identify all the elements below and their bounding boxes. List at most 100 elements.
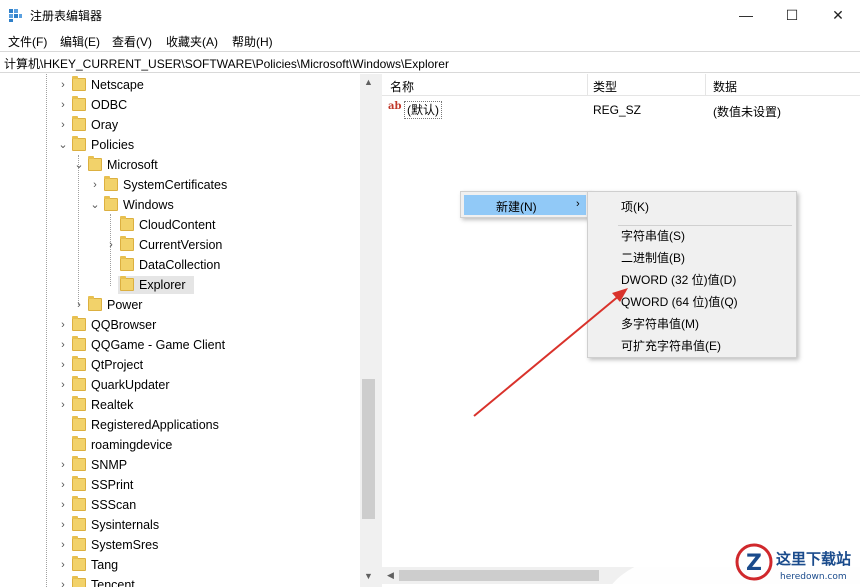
expand-chevron-icon[interactable]: › bbox=[58, 75, 68, 95]
tree-item[interactable]: › SystemCertificates bbox=[90, 175, 360, 195]
expand-chevron-icon[interactable]: › bbox=[58, 335, 68, 355]
tree-item-label: SystemSres bbox=[91, 538, 159, 552]
column-separator[interactable] bbox=[587, 74, 588, 96]
tree-item[interactable]: › Oray bbox=[58, 115, 360, 135]
string-value-icon: ab bbox=[388, 101, 402, 112]
tree-item-label: QtProject bbox=[91, 358, 144, 372]
tree-item[interactable]: › ODBC bbox=[58, 95, 360, 115]
expand-chevron-icon[interactable]: › bbox=[58, 455, 68, 475]
menu-bar: 文件(F) 编辑(E) 查看(V) 收藏夹(A) 帮助(H) bbox=[0, 30, 860, 51]
tree-item-label: Tencent bbox=[91, 578, 135, 587]
tree-item[interactable]: › QQGame - Game Client bbox=[58, 335, 360, 355]
menu-favorites[interactable]: 收藏夹(A) bbox=[166, 33, 218, 50]
expand-chevron-icon[interactable]: › bbox=[58, 535, 68, 555]
tree-item-label: Microsoft bbox=[107, 158, 158, 172]
collapse-chevron-icon[interactable]: ⌄ bbox=[74, 155, 84, 175]
submenu-item-binary-value[interactable]: 二进制值(B) bbox=[621, 249, 685, 266]
column-header-data[interactable]: 数据 bbox=[713, 78, 737, 95]
menu-view[interactable]: 查看(V) bbox=[112, 33, 152, 50]
collapse-chevron-icon[interactable]: ⌄ bbox=[58, 135, 68, 155]
submenu-item-expandable-string-value[interactable]: 可扩充字符串值(E) bbox=[621, 337, 721, 354]
expand-chevron-icon[interactable]: › bbox=[58, 355, 68, 375]
expand-chevron-icon[interactable]: › bbox=[58, 315, 68, 335]
tree-vertical-scrollbar[interactable]: ▲ ▼ bbox=[360, 74, 377, 587]
tree-item[interactable]: › QuarkUpdater bbox=[58, 375, 360, 395]
tree-item-label: Tang bbox=[91, 558, 119, 572]
tree-item[interactable]: DataCollection bbox=[106, 255, 360, 275]
tree-item[interactable]: ⌄ Windows bbox=[90, 195, 360, 215]
tree-item[interactable]: › QtProject bbox=[58, 355, 360, 375]
submenu-item-key[interactable]: 项(K) bbox=[621, 198, 649, 215]
tree-item[interactable]: › QQBrowser bbox=[58, 315, 360, 335]
tree-item-label: SSPrint bbox=[91, 478, 134, 492]
folder-icon bbox=[120, 256, 134, 271]
tree-item[interactable]: CloudContent bbox=[106, 215, 360, 235]
expand-chevron-icon[interactable]: › bbox=[58, 515, 68, 535]
menu-file[interactable]: 文件(F) bbox=[8, 33, 47, 50]
collapse-chevron-icon[interactable]: ⌄ bbox=[90, 195, 100, 215]
expand-chevron-icon[interactable]: › bbox=[58, 575, 68, 587]
menu-edit[interactable]: 编辑(E) bbox=[60, 33, 100, 50]
list-row[interactable]: ab (默认) REG_SZ (数值未设置) bbox=[382, 100, 860, 120]
minimize-button[interactable]: — bbox=[723, 0, 769, 30]
column-header-type[interactable]: 类型 bbox=[593, 78, 617, 95]
tree-item[interactable]: › SSScan bbox=[58, 495, 360, 515]
scroll-up-arrow-icon[interactable]: ▲ bbox=[360, 74, 377, 91]
submenu-arrow-icon: › bbox=[576, 198, 580, 210]
folder-icon bbox=[120, 236, 134, 251]
tree-item[interactable]: ⌄ Microsoft bbox=[74, 155, 360, 175]
tree-item-label: Power bbox=[107, 298, 143, 312]
tree-item[interactable]: › Tencent bbox=[58, 575, 360, 587]
menu-item-new-label: 新建(N) bbox=[496, 200, 537, 214]
expand-chevron-icon[interactable]: › bbox=[58, 395, 68, 415]
expand-chevron-icon[interactable]: › bbox=[58, 375, 68, 395]
tree-item-label: Explorer bbox=[139, 278, 186, 292]
expand-chevron-icon[interactable]: › bbox=[106, 235, 116, 255]
menu-item-new[interactable]: 新建(N) › bbox=[464, 195, 586, 215]
maximize-button[interactable]: ☐ bbox=[769, 0, 815, 30]
menu-help[interactable]: 帮助(H) bbox=[232, 33, 273, 50]
tree-item[interactable]: › Tang bbox=[58, 555, 360, 575]
close-button[interactable]: ✕ bbox=[815, 0, 860, 30]
folder-icon bbox=[72, 76, 86, 91]
expand-chevron-icon[interactable]: › bbox=[58, 115, 68, 135]
expand-chevron-icon[interactable]: › bbox=[58, 95, 68, 115]
expand-chevron-icon[interactable]: › bbox=[58, 495, 68, 515]
folder-icon bbox=[72, 356, 86, 371]
expand-chevron-icon[interactable]: › bbox=[90, 175, 100, 195]
list-scroll-thumb[interactable] bbox=[399, 570, 599, 581]
tree-item[interactable]: › SSPrint bbox=[58, 475, 360, 495]
folder-icon bbox=[72, 116, 86, 131]
tree-scroll-thumb[interactable] bbox=[362, 379, 375, 519]
menu-separator bbox=[618, 225, 792, 226]
submenu-item-string-value[interactable]: 字符串值(S) bbox=[621, 227, 685, 244]
tree-item[interactable]: › Realtek bbox=[58, 395, 360, 415]
column-separator[interactable] bbox=[705, 74, 706, 96]
tree-pane[interactable]: › Netscape › ODBC › Oray ⌄ Policies ⌄ Microsoft › S… bbox=[0, 74, 377, 587]
svg-text:这里下载站: 这里下载站 bbox=[776, 550, 851, 568]
scroll-down-arrow-icon[interactable]: ▼ bbox=[360, 568, 377, 585]
tree-item[interactable]: roamingdevice bbox=[58, 435, 360, 455]
submenu-item-qword-value[interactable]: QWORD (64 位)值(Q) bbox=[621, 293, 738, 310]
tree-item[interactable]: › Power bbox=[74, 295, 360, 315]
tree-item[interactable]: › SystemSres bbox=[58, 535, 360, 555]
tree-item[interactable]: › Sysinternals bbox=[58, 515, 360, 535]
address-bar[interactable]: 计算机\HKEY_CURRENT_USER\SOFTWARE\Policies\… bbox=[0, 51, 860, 73]
tree-item[interactable]: Explorer bbox=[106, 275, 360, 295]
expand-chevron-icon[interactable]: › bbox=[58, 555, 68, 575]
tree-item-label: CurrentVersion bbox=[139, 238, 223, 252]
submenu-item-dword-value[interactable]: DWORD (32 位)值(D) bbox=[621, 271, 736, 288]
new-submenu: 项(K) 字符串值(S) 二进制值(B) DWORD (32 位)值(D) QW… bbox=[587, 191, 797, 358]
expand-chevron-icon[interactable]: › bbox=[58, 475, 68, 495]
tree-item-label: Realtek bbox=[91, 398, 134, 412]
column-header-name[interactable]: 名称 bbox=[390, 78, 414, 95]
expand-chevron-icon[interactable]: › bbox=[74, 295, 84, 315]
tree-item[interactable]: ⌄ Policies bbox=[58, 135, 360, 155]
tree-item[interactable]: › CurrentVersion bbox=[106, 235, 360, 255]
scroll-left-arrow-icon[interactable]: ◀ bbox=[382, 567, 399, 584]
tree-item-label: Oray bbox=[91, 118, 119, 132]
tree-item[interactable]: RegisteredApplications bbox=[58, 415, 360, 435]
submenu-item-multi-string-value[interactable]: 多字符串值(M) bbox=[621, 315, 699, 332]
tree-item[interactable]: › Netscape bbox=[58, 75, 360, 95]
tree-item[interactable]: › SNMP bbox=[58, 455, 360, 475]
